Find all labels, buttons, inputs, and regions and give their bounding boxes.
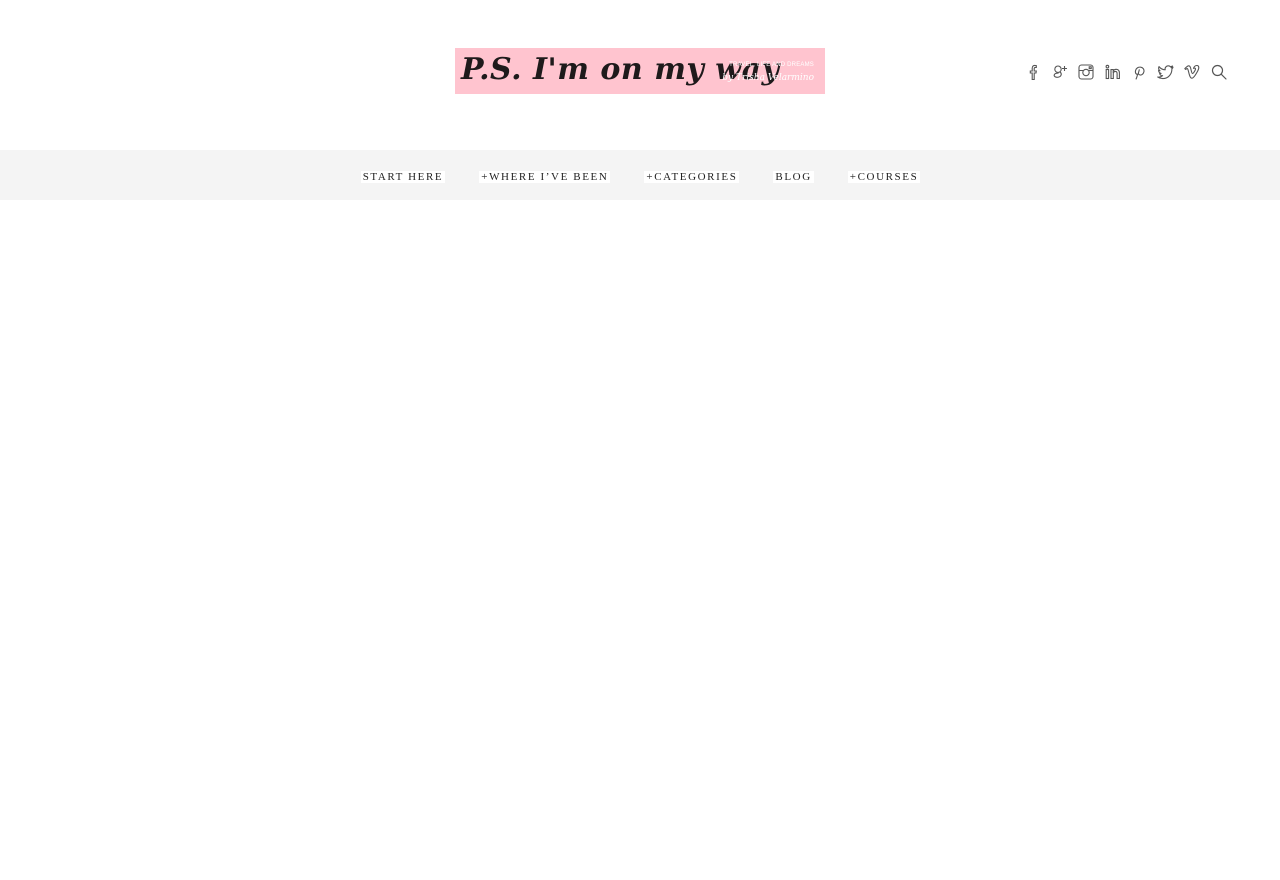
facebook-icon[interactable] (1023, 62, 1043, 82)
logo-byline: by Trisha Velarmino (722, 73, 814, 83)
twitter-icon[interactable] (1156, 62, 1176, 82)
site-logo[interactable]: P.S. I'm on my way TRAVEL, LIFE AND DREA… (455, 48, 825, 94)
site-header: P.S. I'm on my way TRAVEL, LIFE AND DREA… (0, 0, 1280, 150)
nav-item-start-here[interactable]: START HERE (360, 171, 446, 183)
vimeo-icon[interactable] (1182, 62, 1202, 82)
social-icons (1023, 62, 1229, 82)
nav-menu: START HERE +WHERE I’VE BEEN +CATEGORIES … (0, 150, 1280, 200)
nav-item-categories[interactable]: +CATEGORIES (644, 171, 740, 183)
search-icon[interactable] (1209, 62, 1229, 82)
linkedin-icon[interactable] (1103, 62, 1123, 82)
nav-item-where-ive-been[interactable]: +WHERE I’VE BEEN (479, 171, 611, 183)
google-plus-icon[interactable] (1050, 62, 1070, 82)
page-content (0, 200, 1280, 880)
nav-item-blog[interactable]: BLOG (773, 171, 814, 183)
pinterest-icon[interactable] (1129, 62, 1149, 82)
main-navigation: START HERE +WHERE I’VE BEEN +CATEGORIES … (0, 150, 1280, 200)
instagram-icon[interactable] (1076, 62, 1096, 82)
logo-tagline: TRAVEL, LIFE AND DREAMS (729, 62, 814, 68)
nav-item-courses[interactable]: +COURSES (847, 171, 921, 183)
logo-title: P.S. I'm on my way (461, 52, 780, 87)
